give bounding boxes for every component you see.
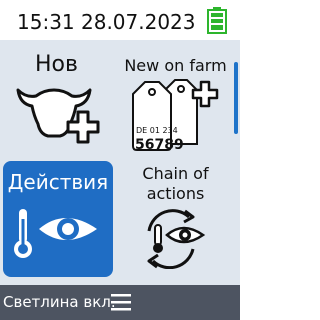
ear-tag-number-text: 56789 — [135, 137, 184, 153]
tile-actions[interactable]: Действия — [3, 161, 113, 277]
light-status-label: Светлина вкл. — [3, 293, 116, 311]
ear-tag-country-text: DE 01 234 — [136, 126, 178, 135]
cow-add-icon — [16, 88, 100, 144]
bottom-bar: Светлина вкл. — [0, 285, 240, 320]
battery-full-icon — [207, 7, 227, 34]
tile-new[interactable]: Нов — [0, 44, 113, 154]
datetime: 15:31 28.07.2023 — [17, 10, 196, 34]
tile-new-on-farm-label: New on farm — [124, 56, 227, 75]
tile-new-label: Нов — [35, 52, 78, 77]
status-bar: 15:31 28.07.2023 — [0, 0, 240, 40]
scrollbar[interactable] — [234, 62, 238, 134]
tile-chain-of-actions-label: Chain of actions — [142, 164, 209, 203]
tile-actions-label: Действия — [7, 170, 109, 194]
tile-chain-of-actions[interactable]: Chain of actions — [117, 161, 234, 277]
hamburger-menu-icon[interactable] — [111, 293, 131, 311]
tile-new-on-farm[interactable]: New on farm DE 01 234 56789 — [117, 44, 234, 154]
cycle-thermometer-eye-icon — [147, 209, 206, 269]
thermometer-eye-icon — [14, 209, 97, 258]
